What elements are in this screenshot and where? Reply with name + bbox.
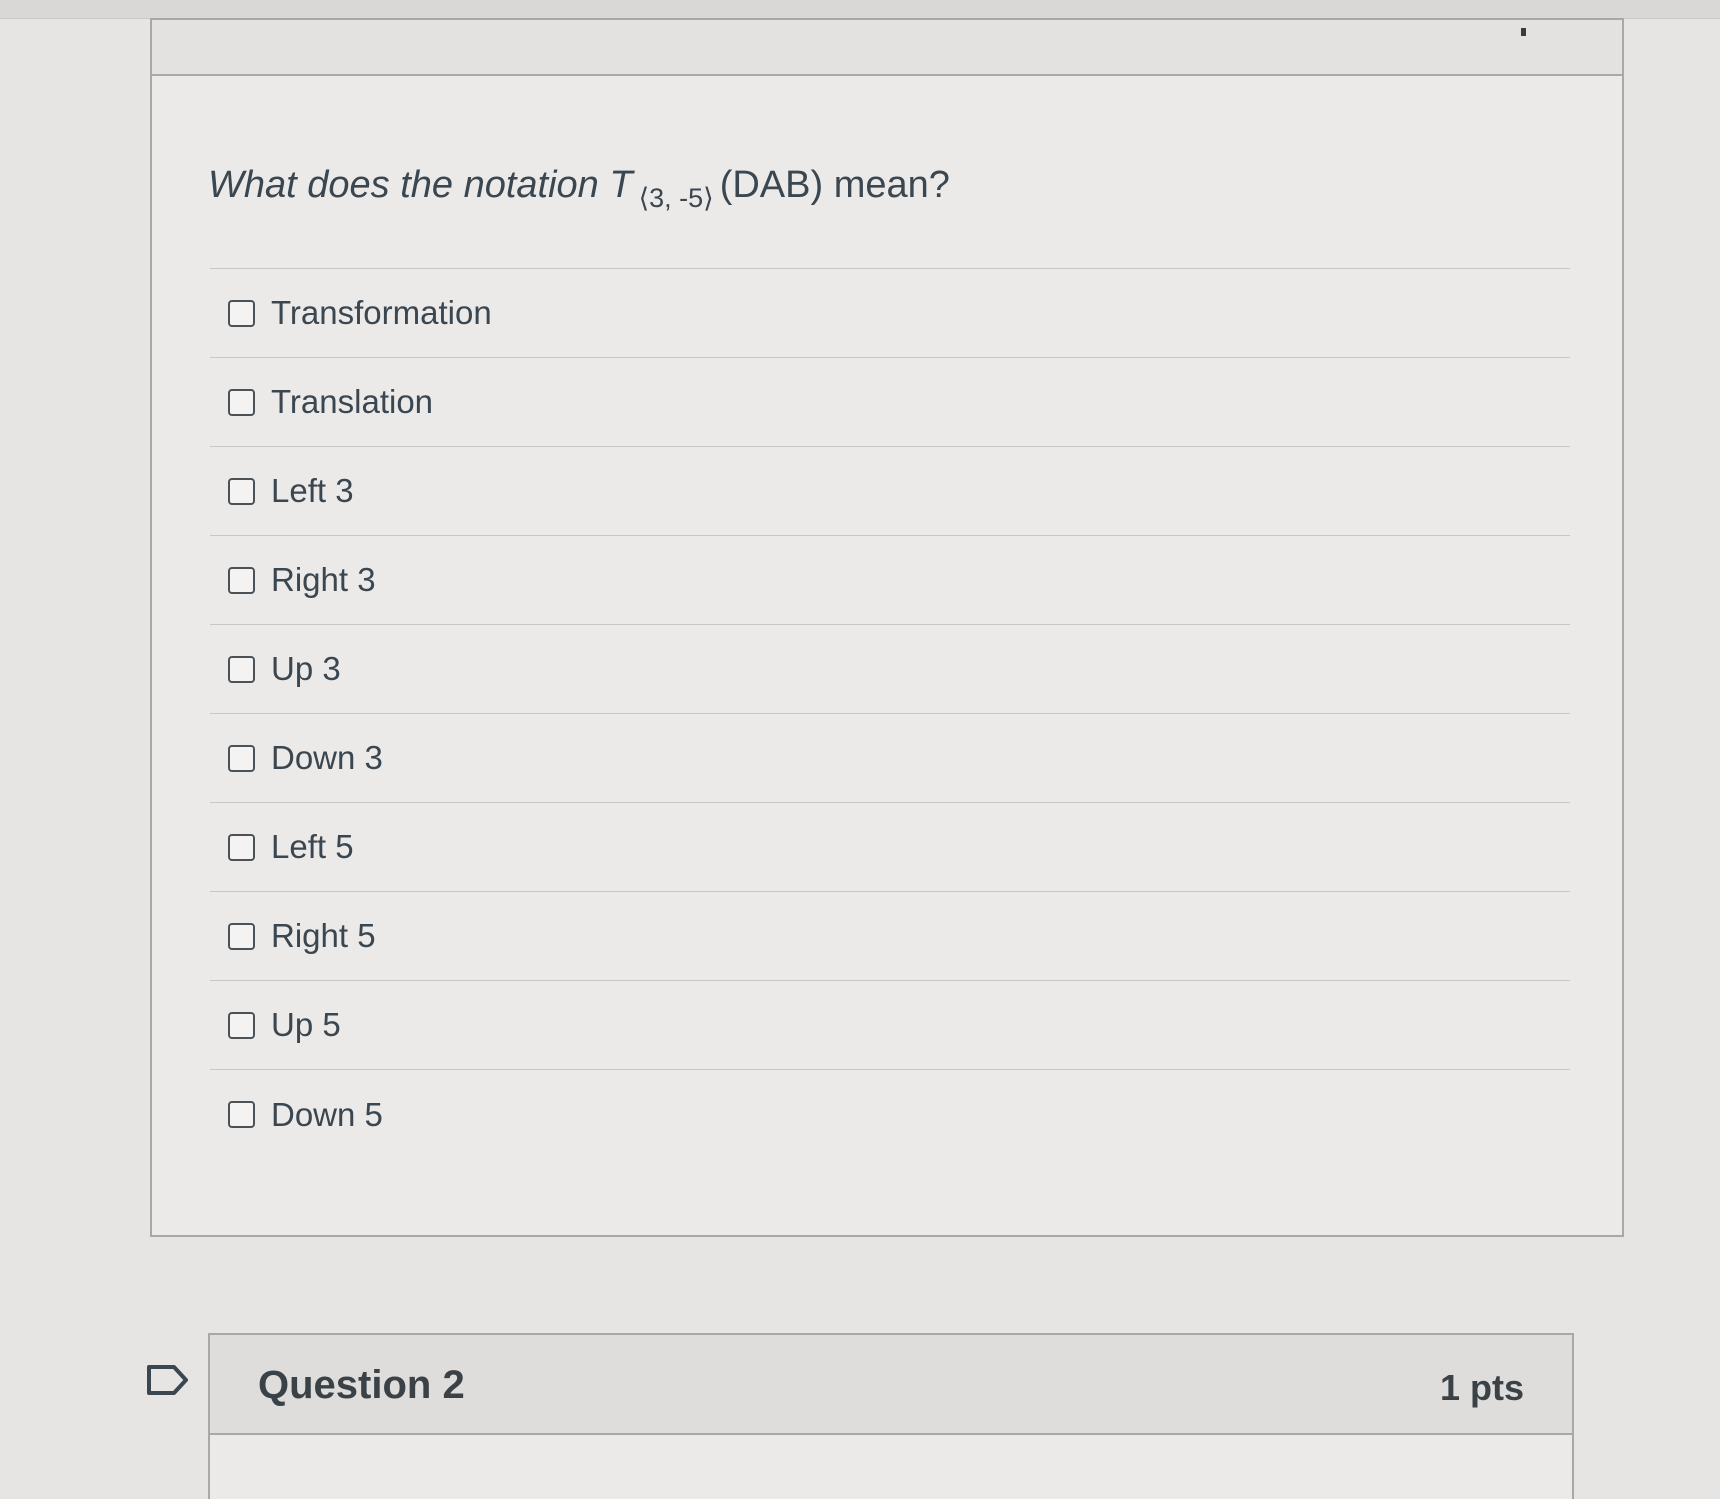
answer-label: Translation: [271, 383, 434, 420]
question-2-title: Question 2: [258, 1363, 465, 1407]
checkbox-icon[interactable]: [228, 922, 255, 950]
header-marker: [1521, 28, 1526, 36]
notation-symbol: T: [609, 164, 633, 206]
answer-label: Down 5: [271, 1095, 383, 1133]
question-1-header: [152, 20, 1622, 76]
answer-label: Left 3: [271, 472, 354, 509]
answer-option[interactable]: Left 3: [210, 447, 1570, 536]
answer-label: Right 3: [271, 561, 376, 598]
checkbox-icon[interactable]: [228, 744, 255, 772]
checkbox-icon[interactable]: [228, 299, 255, 327]
answer-option[interactable]: Translation: [210, 358, 1570, 447]
checkbox-icon[interactable]: [228, 833, 255, 861]
answer-option[interactable]: Down 3: [210, 714, 1570, 803]
prompt-tail: mean?: [833, 164, 950, 206]
top-strip: [0, 0, 1720, 19]
checkbox-icon[interactable]: [228, 655, 255, 683]
notation: T ⟨3, -5⟩ (DAB): [609, 164, 833, 213]
answer-option[interactable]: Down 5: [210, 1070, 1570, 1159]
answer-option[interactable]: Left 5: [210, 803, 1570, 892]
answer-option[interactable]: Right 5: [210, 892, 1570, 981]
answer-label: Up 3: [271, 650, 341, 687]
question-2-points: 1 pts: [1439, 1367, 1524, 1408]
checkbox-icon[interactable]: [228, 566, 255, 594]
answer-option[interactable]: Up 5: [210, 981, 1570, 1070]
checkbox-icon[interactable]: [228, 477, 255, 505]
question-2-header: Question 2 1 pts: [210, 1335, 1572, 1435]
question-1-prompt: What does the notation T ⟨3, -5⟩ (DAB) mea…: [208, 164, 950, 213]
answer-label: Transformation: [271, 294, 492, 331]
flag-icon[interactable]: [146, 1364, 190, 1396]
answer-label: Up 5: [271, 1006, 341, 1043]
answer-option[interactable]: Right 3: [210, 536, 1570, 625]
answer-list: Transformation Translation Left 3 Right 3 Up…: [210, 268, 1570, 1159]
answer-option[interactable]: Up 3: [210, 625, 1570, 714]
notation-argument: (DAB): [719, 164, 824, 206]
answer-label: Left 5: [271, 828, 354, 865]
checkbox-icon[interactable]: [228, 1011, 255, 1039]
answer-label: Down 3: [271, 739, 383, 776]
question-1-card: What does the notation T ⟨3, -5⟩ (DAB) mea…: [150, 18, 1624, 1237]
notation-subscript: ⟨3, -5⟩: [638, 183, 714, 213]
question-2-card: Question 2 1 pts: [208, 1333, 1574, 1499]
answer-option[interactable]: Transformation: [210, 269, 1570, 358]
checkbox-icon[interactable]: [228, 388, 255, 416]
prompt-lead: What does the notation: [208, 164, 599, 206]
answer-label: Right 5: [271, 917, 376, 954]
checkbox-icon[interactable]: [228, 1101, 255, 1128]
